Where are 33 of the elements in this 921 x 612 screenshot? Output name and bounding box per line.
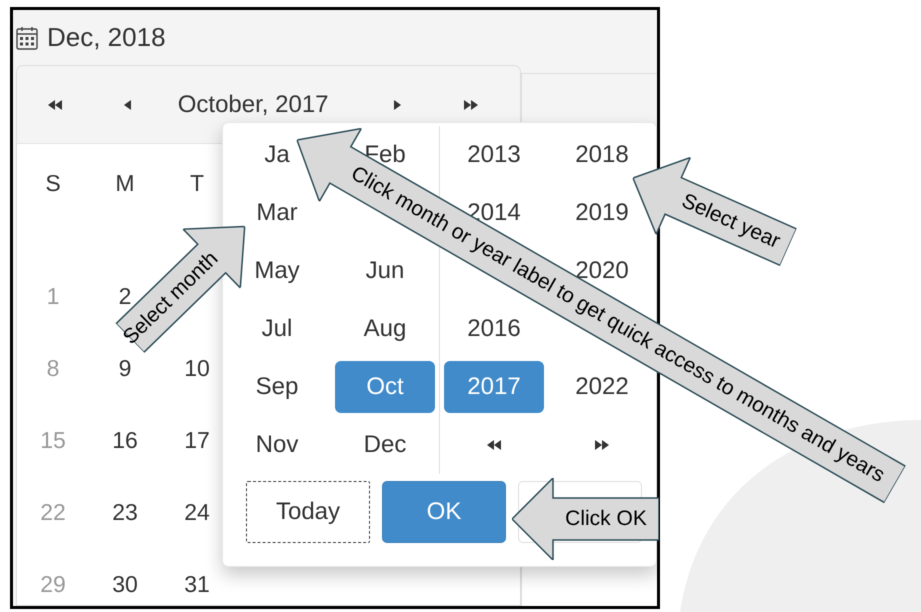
ok-button[interactable]: OK: [382, 481, 506, 543]
year-option[interactable]: 2016: [444, 303, 544, 355]
left-arrow-icon[interactable]: [124, 100, 131, 110]
month-option[interactable]: Jul: [227, 303, 327, 355]
month-option[interactable]: Jun: [335, 245, 435, 297]
year-option[interactable]: 2018: [552, 129, 652, 181]
calendar-icon[interactable]: [16, 26, 38, 50]
month-option[interactable]: Dec: [335, 419, 435, 471]
weekday-label: S: [44, 170, 62, 196]
month-option[interactable]: Sep: [227, 361, 327, 413]
double-left-arrow-icon[interactable]: [48, 100, 62, 110]
right-arrow-icon[interactable]: [394, 100, 402, 110]
day-cell[interactable]: 31: [161, 570, 233, 598]
year-option[interactable]: 2022: [552, 361, 652, 413]
double-left-arrow-icon[interactable]: [487, 440, 501, 450]
day-cell[interactable]: 9: [89, 354, 161, 382]
month-option[interactable]: Mar: [227, 187, 327, 239]
month-title[interactable]: October, 2017: [178, 90, 374, 118]
day-cell[interactable]: 23: [89, 498, 161, 526]
weekday-label: M: [114, 170, 136, 196]
double-right-arrow-icon[interactable]: [595, 440, 609, 450]
day-cell[interactable]: 16: [89, 426, 161, 454]
double-right-arrow-icon[interactable]: [464, 100, 478, 110]
weekday-label: T: [188, 170, 206, 196]
today-button[interactable]: Today: [246, 481, 370, 543]
date-value[interactable]: Dec, 2018: [47, 22, 166, 53]
day-cell[interactable]: 30: [89, 570, 161, 598]
callout-tooltip: Click OK: [512, 478, 659, 560]
year-option[interactable]: 2017: [444, 361, 544, 413]
month-option[interactable]: Aug: [335, 303, 435, 355]
year-option[interactable]: 2013: [444, 129, 544, 181]
month-option[interactable]: Nov: [227, 419, 327, 471]
month-option[interactable]: Oct: [335, 361, 435, 413]
